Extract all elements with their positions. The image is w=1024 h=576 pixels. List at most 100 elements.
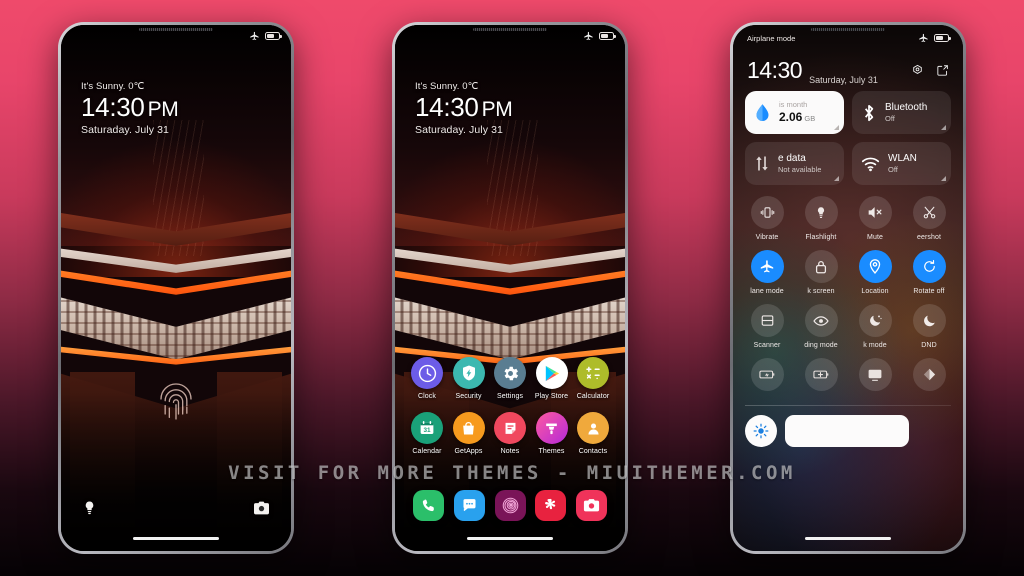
toggle-dnd[interactable]: DND bbox=[907, 304, 951, 349]
toggle-label: Scanner bbox=[753, 342, 781, 349]
toggle-flashlight[interactable]: Flashlight bbox=[799, 196, 843, 241]
flashlight-icon[interactable] bbox=[83, 500, 96, 516]
rotate-icon bbox=[912, 250, 946, 283]
bag-icon bbox=[452, 412, 485, 444]
app-getapps[interactable]: GetApps bbox=[449, 412, 489, 455]
app-label: Themes bbox=[538, 448, 565, 455]
tile-unit: GB bbox=[804, 113, 816, 123]
app-themes[interactable]: Themes bbox=[532, 412, 572, 455]
toggle-reading-mode[interactable]: ding mode bbox=[799, 304, 843, 349]
toggle-row-4 bbox=[745, 358, 951, 396]
home-indicator[interactable] bbox=[805, 536, 891, 540]
toggle-mute[interactable]: Mute bbox=[853, 196, 897, 241]
home-indicator[interactable] bbox=[133, 536, 219, 540]
settings-gear-icon[interactable] bbox=[911, 64, 924, 77]
tile-mobile-data[interactable]: e data Not available bbox=[745, 142, 844, 185]
app-contacts[interactable]: Contacts bbox=[573, 412, 613, 455]
camera-icon[interactable] bbox=[254, 501, 269, 515]
toggle-row-2: lane mode k screen Location Rotate off bbox=[745, 250, 951, 295]
toggle-ultra-battery-saver[interactable] bbox=[799, 358, 843, 396]
toggle-location[interactable]: Location bbox=[853, 250, 897, 295]
toggle-scanner[interactable]: Scanner bbox=[745, 304, 789, 349]
moon-icon bbox=[912, 304, 946, 337]
tile-wlan[interactable]: WLAN Off bbox=[852, 142, 951, 185]
toggle-label: k mode bbox=[863, 342, 887, 349]
toggle-label: DND bbox=[921, 342, 937, 349]
app-settings[interactable]: Settings bbox=[490, 357, 530, 400]
toggle-lock-screen[interactable]: k screen bbox=[799, 250, 843, 295]
control-center-body: is month 2.06 GB Bluetooth Off e data No… bbox=[745, 91, 951, 447]
airplane-icon bbox=[250, 31, 259, 40]
clock-time: 14:30 PM bbox=[81, 92, 179, 122]
weather-text: It's Sunny. 0℃ bbox=[415, 81, 479, 92]
expand-corner-icon[interactable] bbox=[834, 176, 839, 181]
toggle-label: eershot bbox=[916, 234, 942, 241]
toggle-label: Location bbox=[861, 288, 889, 295]
toggle-row-3: Scanner ding mode k mode DND bbox=[745, 304, 951, 349]
tile-title: 2.06 GB bbox=[779, 109, 816, 124]
calendar-31-icon: 31 bbox=[411, 412, 443, 444]
app-label: Contacts bbox=[578, 448, 608, 455]
spiral-icon[interactable] bbox=[494, 490, 526, 521]
brightness-sun-icon[interactable] bbox=[745, 415, 777, 447]
app-clock[interactable]: Clock bbox=[407, 357, 447, 400]
phone-control-center: Airplane mode 14:30 Saturday, July 31 is… bbox=[730, 22, 966, 554]
toggle-sync[interactable] bbox=[907, 358, 951, 396]
dark-mode-icon bbox=[858, 304, 892, 337]
toggle-airplane-mode[interactable]: lane mode bbox=[745, 250, 789, 295]
app-calculator[interactable]: Calculator bbox=[573, 357, 613, 400]
clock-ampm: PM bbox=[481, 98, 513, 121]
divider bbox=[745, 405, 951, 406]
app-calendar[interactable]: 31 Calendar bbox=[407, 412, 447, 455]
homescreen-clock-widget: It's Sunny. 0℃ 14:30 PM Saturaday. July 3… bbox=[415, 81, 513, 137]
app-label: Calculator bbox=[576, 393, 610, 400]
tile-bluetooth[interactable]: Bluetooth Off bbox=[852, 91, 951, 134]
shield-bolt-icon bbox=[452, 357, 485, 389]
clock-ampm: PM bbox=[147, 98, 179, 121]
mobile-data-icon bbox=[756, 156, 768, 171]
clock-time: 14:30 bbox=[747, 56, 803, 83]
lockscreen-clock: It's Sunny. 0℃ 14:30 PM Saturaday. July 3… bbox=[81, 81, 179, 136]
tile-title: e data bbox=[778, 152, 806, 164]
mute-icon bbox=[858, 196, 892, 229]
app-security[interactable]: Security bbox=[449, 357, 489, 400]
phone-lockscreen: It's Sunny. 0℃ 14:30 PM Saturaday. July 3… bbox=[58, 22, 294, 554]
toggle-screenshot[interactable]: eershot bbox=[907, 196, 951, 241]
tile-title: WLAN bbox=[888, 152, 917, 164]
edit-icon[interactable] bbox=[936, 64, 949, 77]
location-pin-icon bbox=[858, 250, 892, 283]
svg-text:31: 31 bbox=[423, 427, 431, 434]
weather-text: It's Sunny. 0℃ bbox=[81, 81, 145, 92]
app-play-store[interactable]: Play Store bbox=[532, 357, 572, 400]
expand-corner-icon[interactable] bbox=[941, 125, 946, 130]
brightness-control bbox=[745, 415, 951, 447]
data-drop-icon bbox=[756, 103, 769, 121]
tile-subtitle: is month bbox=[779, 100, 808, 110]
tile-data-usage[interactable]: is month 2.06 GB bbox=[745, 91, 844, 134]
tile-subtitle: Off bbox=[885, 114, 895, 124]
expand-corner-icon[interactable] bbox=[941, 176, 946, 181]
camera-icon[interactable] bbox=[576, 490, 607, 521]
brightness-slider[interactable] bbox=[785, 415, 909, 447]
vibrate-icon bbox=[750, 196, 784, 229]
fingerprint-icon[interactable] bbox=[156, 377, 196, 421]
lock-icon bbox=[804, 250, 838, 283]
airplane-icon bbox=[584, 31, 593, 40]
home-indicator[interactable] bbox=[467, 536, 553, 540]
toggle-dark-mode[interactable]: k mode bbox=[853, 304, 897, 349]
toggle-vibrate[interactable]: Vibrate bbox=[745, 196, 789, 241]
asterisk-icon[interactable] bbox=[535, 490, 567, 521]
app-notes[interactable]: Notes bbox=[490, 412, 530, 455]
phone3-screen: Airplane mode 14:30 Saturday, July 31 is… bbox=[733, 25, 963, 551]
phone2-screen: It's Sunny. 0℃ 14:30 PM Saturaday. July 3… bbox=[395, 25, 625, 551]
clock-date: Saturaday. July 31 bbox=[415, 124, 503, 137]
toggle-rotate[interactable]: Rotate off bbox=[907, 250, 951, 295]
message-bubble-icon[interactable] bbox=[453, 490, 485, 521]
toggle-label: lane mode bbox=[750, 288, 784, 295]
big-tiles: is month 2.06 GB Bluetooth Off e data No… bbox=[745, 91, 951, 185]
toggle-battery-saver[interactable] bbox=[745, 358, 789, 396]
toggle-cast-screen[interactable] bbox=[853, 358, 897, 396]
phone-icon[interactable] bbox=[413, 490, 444, 521]
app-label: Settings bbox=[496, 393, 524, 400]
expand-corner-icon[interactable] bbox=[834, 125, 839, 130]
